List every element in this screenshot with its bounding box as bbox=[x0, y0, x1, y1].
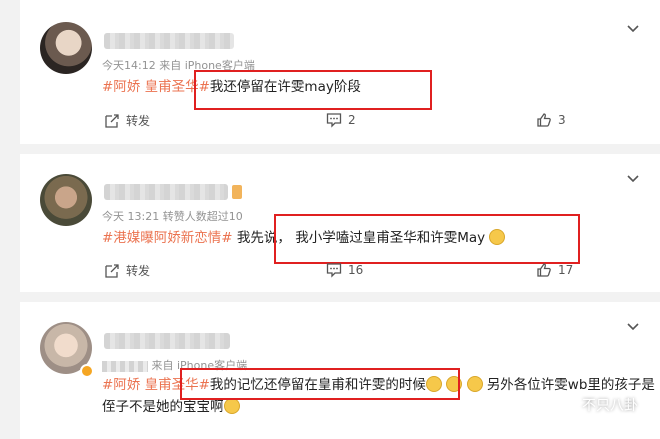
thumbs-up-icon bbox=[537, 263, 551, 277]
comment-card: 今天14:12 来自 iPhone客户端 #阿娇 皇甫圣华#我还停留在许雯may… bbox=[20, 0, 660, 144]
comment-icon bbox=[326, 113, 342, 128]
member-badge bbox=[232, 185, 242, 199]
username-blurred[interactable] bbox=[104, 33, 234, 49]
share-button[interactable]: 转发 bbox=[104, 262, 150, 279]
comment-card: 今天 13:21 转赞人数超过10 #港媒曝阿娇新恋情# 我先说， 我小学嗑过皇… bbox=[20, 154, 660, 292]
thumbs-up-icon bbox=[537, 113, 551, 127]
timestamp-blurred bbox=[102, 360, 148, 372]
weibo-comment-feed: 今天14:12 来自 iPhone客户端 #阿娇 皇甫圣华#我还停留在许雯may… bbox=[0, 0, 660, 439]
comment-button[interactable]: 16 bbox=[326, 262, 363, 278]
share-icon bbox=[105, 263, 119, 278]
highlight-box bbox=[274, 214, 580, 264]
comment-icon bbox=[326, 263, 342, 278]
wechat-icon bbox=[554, 396, 576, 413]
chevron-down-icon[interactable] bbox=[626, 22, 640, 38]
post-meta: 今天 13:21 转赞人数超过10 bbox=[102, 210, 243, 223]
highlight-box bbox=[180, 368, 460, 400]
chevron-down-icon[interactable] bbox=[626, 172, 640, 188]
crying-laughing-emoji-icon bbox=[223, 398, 240, 414]
comment-card: 来自 iPhone客户端 #阿娇 皇甫圣华#我的记忆还停留在皇甫和许雯的时候 另… bbox=[20, 302, 660, 439]
comment-count: 2 bbox=[348, 113, 356, 127]
comment-count: 16 bbox=[348, 263, 364, 277]
username-blurred[interactable] bbox=[104, 333, 230, 349]
action-bar: 转发 16 17 bbox=[20, 262, 660, 286]
like-button[interactable]: 3 bbox=[536, 112, 566, 128]
verified-badge-icon bbox=[80, 364, 94, 378]
like-button[interactable]: 17 bbox=[536, 262, 573, 278]
share-button[interactable]: 转发 bbox=[104, 112, 150, 129]
avatar[interactable] bbox=[40, 174, 92, 226]
share-label: 转发 bbox=[126, 114, 151, 128]
topic-tag[interactable]: #港媒曝阿娇新恋情# bbox=[102, 230, 233, 246]
sweat-smile-emoji-icon bbox=[466, 376, 483, 392]
share-icon bbox=[105, 113, 119, 128]
comment-button[interactable]: 2 bbox=[326, 112, 356, 128]
share-label: 转发 bbox=[126, 264, 151, 278]
action-bar: 转发 2 3 bbox=[20, 112, 660, 136]
username-blurred[interactable] bbox=[104, 184, 228, 200]
watermark: 不只八卦 bbox=[554, 395, 638, 415]
like-count: 17 bbox=[558, 263, 574, 277]
watermark-text: 不只八卦 bbox=[582, 398, 638, 414]
chevron-down-icon[interactable] bbox=[626, 320, 640, 336]
highlight-box bbox=[194, 70, 432, 110]
like-count: 3 bbox=[558, 113, 566, 127]
avatar[interactable] bbox=[40, 22, 92, 74]
